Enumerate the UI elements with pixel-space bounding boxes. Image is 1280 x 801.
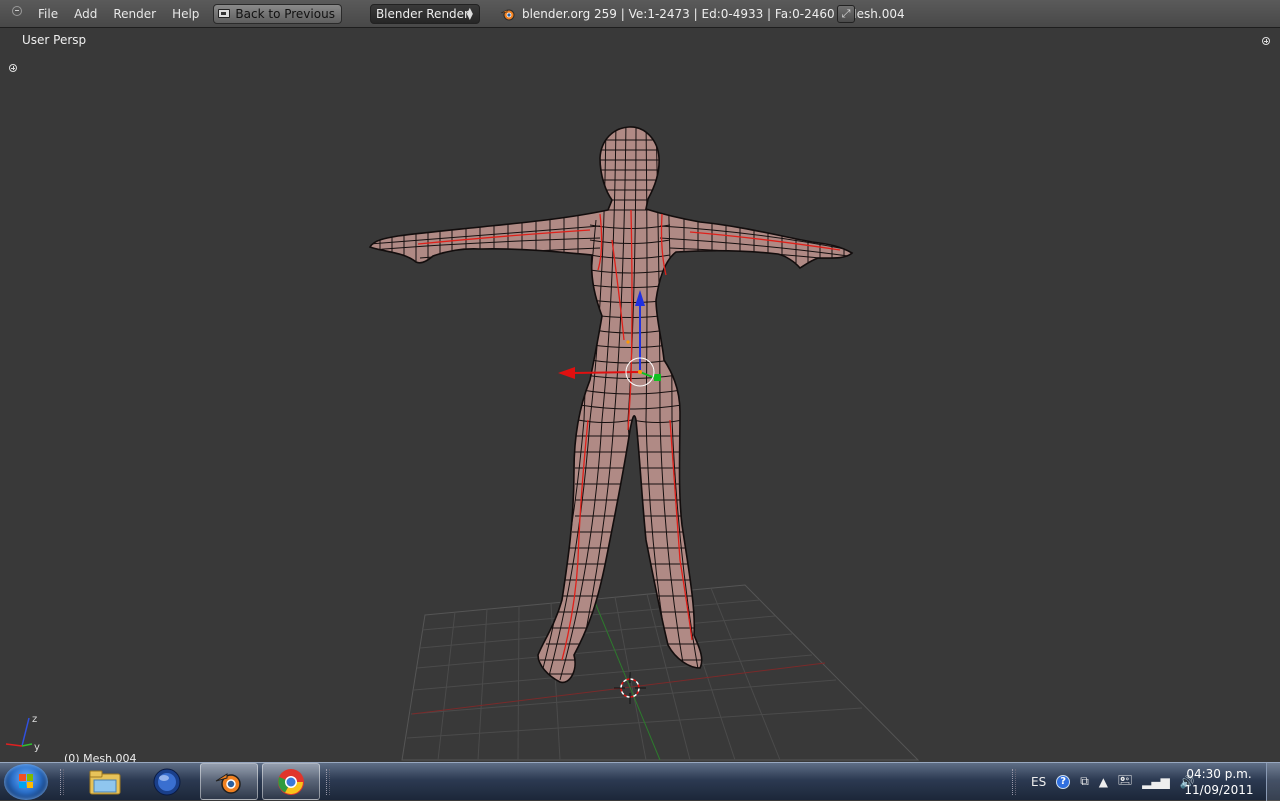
start-button[interactable]	[4, 764, 48, 800]
system-tray: ES ? ⧉ ▲ 🖭 ▂▄▆ 🔊	[1026, 763, 1200, 800]
axis-y-label: y	[34, 742, 40, 753]
active-object-label: (0) Mesh.004	[64, 752, 137, 762]
fullscreen-icon[interactable]: ⤢	[837, 5, 855, 23]
device-icon[interactable]: 🖭	[1118, 771, 1132, 792]
info-header: File Add Render Help Back to Previous Bl…	[0, 0, 1280, 28]
blender-taskbar-button[interactable]	[200, 763, 258, 800]
back-to-previous-button[interactable]: Back to Previous	[213, 3, 342, 24]
x-axis-arrow[interactable]	[558, 367, 575, 379]
menu-render[interactable]: Render	[105, 0, 164, 28]
taskbar-grip[interactable]	[326, 769, 330, 795]
clock[interactable]: 04:30 p.m. 11/09/2011	[1184, 766, 1254, 798]
back-to-previous-label: Back to Previous	[235, 6, 335, 21]
y-axis-handle[interactable]	[654, 374, 661, 381]
windows-flag-icon	[19, 774, 33, 788]
clock-time: 04:30 p.m.	[1186, 767, 1252, 781]
show-desktop-button[interactable]	[1266, 763, 1280, 801]
screen-icon	[218, 9, 231, 18]
network-icon[interactable]: ▂▄▆	[1142, 775, 1170, 789]
main-menu: File Add Render Help	[30, 0, 207, 28]
display-icon[interactable]: ⧉	[1080, 774, 1089, 789]
collapse-icon[interactable]	[12, 5, 22, 16]
updown-arrow-icon: ▲ ▼	[466, 5, 473, 21]
axis-z-label: z	[32, 714, 37, 725]
clock-date: 11/09/2011	[1184, 783, 1254, 797]
language-indicator[interactable]: ES	[1031, 775, 1046, 789]
folder-icon	[89, 770, 121, 794]
3d-viewport[interactable]: User Persp z y (0) Mesh.004	[0, 28, 1280, 762]
chrome-icon	[278, 768, 304, 795]
taskbar-grip[interactable]	[1012, 769, 1016, 795]
orientation-axes: z y	[5, 714, 40, 753]
windows-taskbar: ES ? ⧉ ▲ 🖭 ▂▄▆ 🔊 04:30 p.m. 11/09/2011	[0, 762, 1280, 801]
render-engine-value: Blender Render	[375, 6, 469, 21]
render-engine-select[interactable]: Blender Render ▲ ▼	[369, 3, 480, 24]
file-explorer-taskbar-button[interactable]	[76, 763, 134, 800]
blender-logo-icon	[500, 9, 515, 20]
blender-icon	[215, 772, 241, 794]
menu-add[interactable]: Add	[66, 0, 105, 28]
chrome-taskbar-button[interactable]	[262, 763, 320, 800]
blender-app-icon	[153, 768, 181, 795]
menu-file[interactable]: File	[30, 0, 66, 28]
taskbar-grip[interactable]	[60, 769, 64, 795]
show-hidden-icons-arrow[interactable]: ▲	[1099, 775, 1108, 789]
menu-help[interactable]: Help	[164, 0, 207, 28]
blender-quicklaunch-button[interactable]	[138, 763, 196, 800]
help-icon[interactable]: ?	[1056, 774, 1071, 789]
viewport-scene: z y	[5, 126, 920, 761]
